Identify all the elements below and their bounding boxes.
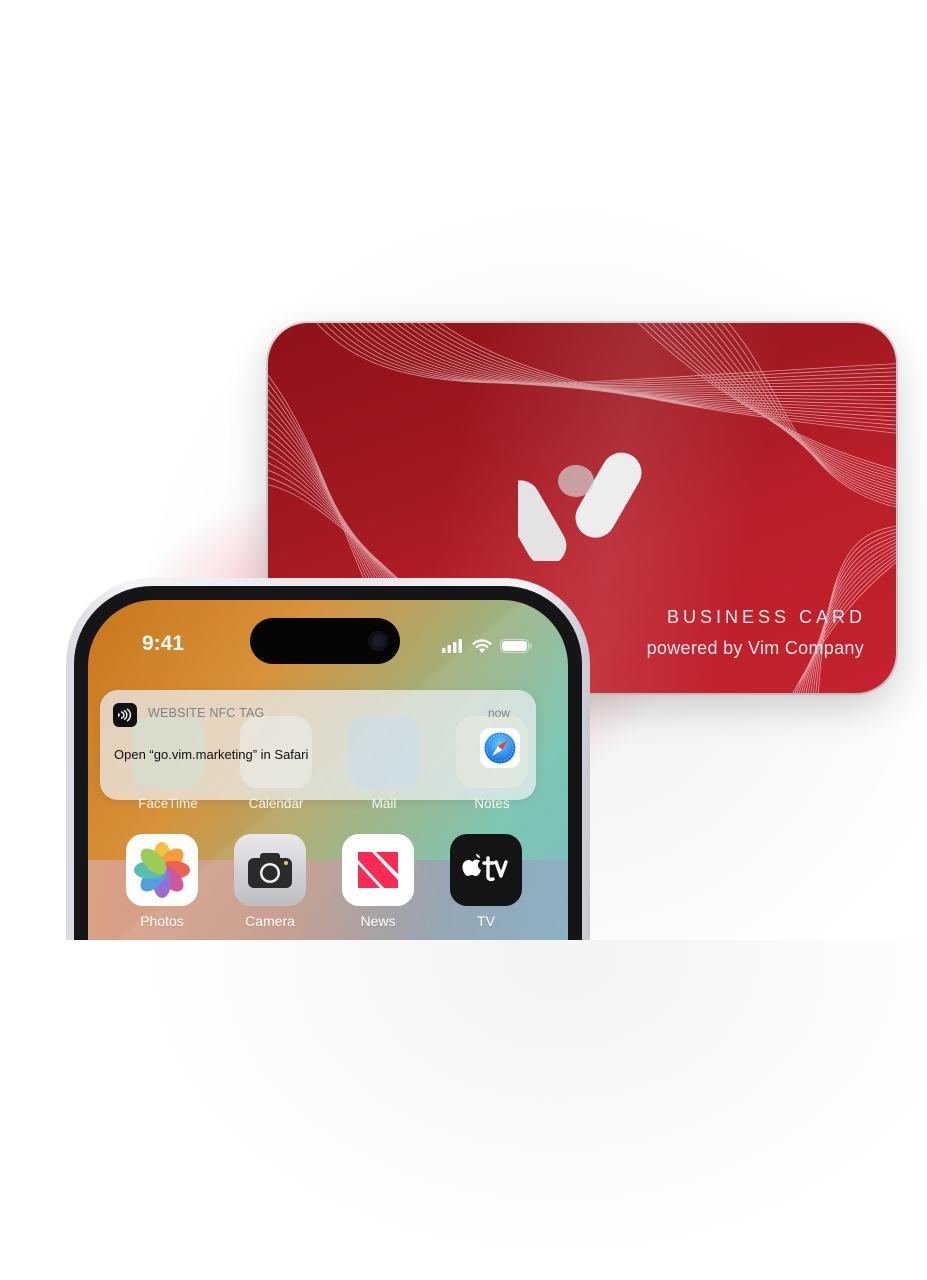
- status-time: 9:41: [142, 632, 185, 655]
- dynamic-island: [250, 618, 400, 664]
- phone-frame: 9:41 FaceTime Calendar Mail Notes WEBSIT…: [66, 578, 590, 998]
- home-screen: 9:41 FaceTime Calendar Mail Notes WEBSIT…: [88, 600, 568, 998]
- camera-icon[interactable]: [234, 834, 306, 906]
- card-subtitle: powered by Vim Company: [646, 638, 864, 658]
- scene: BUSINESS CARD powered by Vim Company 9:4…: [0, 0, 927, 1280]
- app-label-news: News: [360, 913, 396, 929]
- news-icon[interactable]: [342, 834, 414, 906]
- safari-icon: [480, 728, 520, 768]
- nfc-icon: [113, 703, 137, 727]
- app-label-camera: Camera: [245, 913, 295, 929]
- notification-message: Open “go.vim.marketing” in Safari: [114, 747, 309, 762]
- notification-time: now: [487, 706, 510, 720]
- battery-icon: [500, 639, 532, 653]
- wifi-icon: [472, 638, 492, 653]
- vim-logo-icon: [518, 452, 642, 561]
- tv-icon[interactable]: [450, 834, 522, 906]
- photos-icon[interactable]: [126, 834, 198, 906]
- nfc-notification[interactable]: WEBSITE NFC TAG now Open “go.vim.marketi…: [100, 690, 536, 800]
- phone-bezel: 9:41 FaceTime Calendar Mail Notes WEBSIT…: [74, 586, 582, 998]
- app-label-tv: TV: [477, 913, 495, 929]
- cellular-signal-icon: [442, 639, 462, 653]
- phone-crop-mask: [0, 940, 927, 1280]
- card-title: BUSINESS CARD: [666, 607, 866, 627]
- status-icons: [442, 636, 532, 656]
- notification-app-name: WEBSITE NFC TAG: [148, 706, 265, 720]
- app-label-photos: Photos: [140, 913, 184, 929]
- front-camera-icon: [368, 631, 388, 651]
